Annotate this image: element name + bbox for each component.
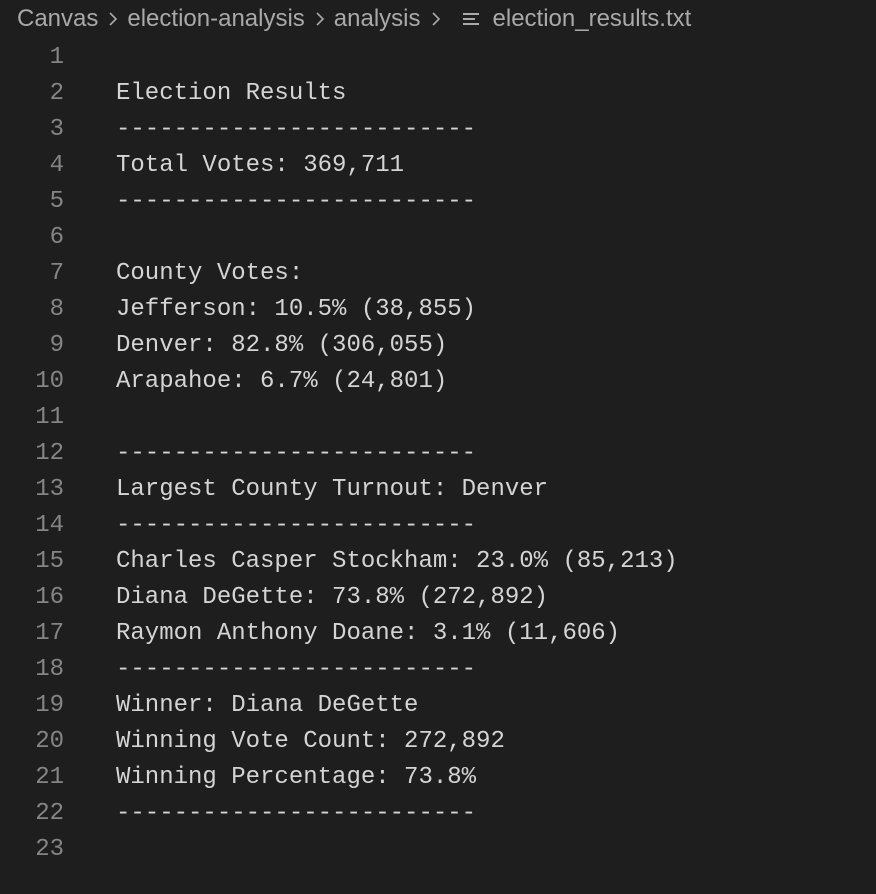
- line-number: 22: [35, 800, 64, 827]
- code-line[interactable]: 5 -------------------------: [0, 184, 876, 220]
- line-number: 17: [35, 620, 64, 647]
- line-text: Charles Casper Stockham: 23.0% (85,213): [116, 548, 678, 575]
- line-number: 16: [35, 584, 64, 611]
- line-number: 13: [35, 476, 64, 503]
- line-text: Raymon Anthony Doane: 3.1% (11,606): [116, 620, 621, 647]
- line-number: 2: [49, 80, 64, 107]
- line-text: -------------------------: [116, 188, 477, 215]
- line-number: 8: [49, 296, 64, 323]
- line-number: 14: [35, 512, 64, 539]
- line-text: -------------------------: [116, 440, 477, 467]
- code-editor[interactable]: Canvas election-analysis analysis electi…: [0, 0, 876, 894]
- line-text: -------------------------: [116, 656, 477, 683]
- code-line[interactable]: 21 Winning Percentage: 73.8%: [0, 760, 876, 796]
- line-text: County Votes:: [116, 260, 304, 287]
- code-line[interactable]: 23: [0, 832, 876, 868]
- line-number: 15: [35, 548, 64, 575]
- line-number: 18: [35, 656, 64, 683]
- chevron-right-icon: [108, 11, 118, 27]
- code-line[interactable]: 4 Total Votes: 369,711: [0, 148, 876, 184]
- line-number: 10: [35, 368, 64, 395]
- code-line[interactable]: 6: [0, 220, 876, 256]
- line-text: Largest County Turnout: Denver: [116, 476, 549, 503]
- line-number: 5: [49, 188, 64, 215]
- breadcrumb: Canvas election-analysis analysis electi…: [17, 0, 691, 38]
- line-text: Election Results: [116, 80, 347, 107]
- line-text: Arapahoe: 6.7% (24,801): [116, 368, 448, 395]
- code-line[interactable]: 14 -------------------------: [0, 508, 876, 544]
- line-number: 23: [35, 836, 64, 863]
- line-text: -------------------------: [116, 116, 477, 143]
- breadcrumb-item-analysis[interactable]: analysis: [334, 5, 421, 33]
- code-line[interactable]: 1: [0, 40, 876, 76]
- line-number: 4: [49, 152, 64, 179]
- code-line[interactable]: 9 Denver: 82.8% (306,055): [0, 328, 876, 364]
- line-text: -------------------------: [116, 800, 477, 827]
- text-lines-icon: [462, 11, 480, 27]
- code-line[interactable]: 16 Diana DeGette: 73.8% (272,892): [0, 580, 876, 616]
- line-number: 19: [35, 692, 64, 719]
- line-number: 9: [49, 332, 64, 359]
- code-line[interactable]: 8 Jefferson: 10.5% (38,855): [0, 292, 876, 328]
- line-text: -------------------------: [116, 512, 477, 539]
- code-line[interactable]: 3 -------------------------: [0, 112, 876, 148]
- line-text: Winning Vote Count: 272,892: [116, 728, 505, 755]
- line-text: Winner: Diana DeGette: [116, 692, 419, 719]
- line-text: Diana DeGette: 73.8% (272,892): [116, 584, 549, 611]
- line-text: Winning Percentage: 73.8%: [116, 764, 477, 791]
- code-line[interactable]: 7 County Votes:: [0, 256, 876, 292]
- code-line[interactable]: 10 Arapahoe: 6.7% (24,801): [0, 364, 876, 400]
- line-text: Total Votes: 369,711: [116, 152, 405, 179]
- code-line[interactable]: 18 -------------------------: [0, 652, 876, 688]
- line-text: Jefferson: 10.5% (38,855): [116, 296, 477, 323]
- code-line[interactable]: 15 Charles Casper Stockham: 23.0% (85,213…: [0, 544, 876, 580]
- breadcrumb-item-file[interactable]: election_results.txt: [493, 5, 692, 33]
- code-area[interactable]: 1 2 Election Results 3 ---------------------…: [0, 40, 876, 868]
- code-line[interactable]: 22 -------------------------: [0, 796, 876, 832]
- line-text: Denver: 82.8% (306,055): [116, 332, 448, 359]
- code-line[interactable]: 11: [0, 400, 876, 436]
- line-number: 12: [35, 440, 64, 467]
- code-line[interactable]: 2 Election Results: [0, 76, 876, 112]
- breadcrumb-item-canvas[interactable]: Canvas: [17, 5, 98, 33]
- line-number: 3: [49, 116, 64, 143]
- code-line[interactable]: 20 Winning Vote Count: 272,892: [0, 724, 876, 760]
- breadcrumb-item-election-analysis[interactable]: election-analysis: [127, 5, 304, 33]
- line-number: 21: [35, 764, 64, 791]
- line-number: 6: [49, 224, 64, 251]
- line-number: 7: [49, 260, 64, 287]
- line-number: 1: [49, 44, 64, 71]
- line-number: 11: [35, 404, 64, 431]
- chevron-right-icon: [315, 11, 325, 27]
- chevron-right-icon: [431, 11, 441, 27]
- code-line[interactable]: 12 -------------------------: [0, 436, 876, 472]
- code-line[interactable]: 17 Raymon Anthony Doane: 3.1% (11,606): [0, 616, 876, 652]
- line-number: 20: [35, 728, 64, 755]
- code-line[interactable]: 13 Largest County Turnout: Denver: [0, 472, 876, 508]
- code-line[interactable]: 19 Winner: Diana DeGette: [0, 688, 876, 724]
